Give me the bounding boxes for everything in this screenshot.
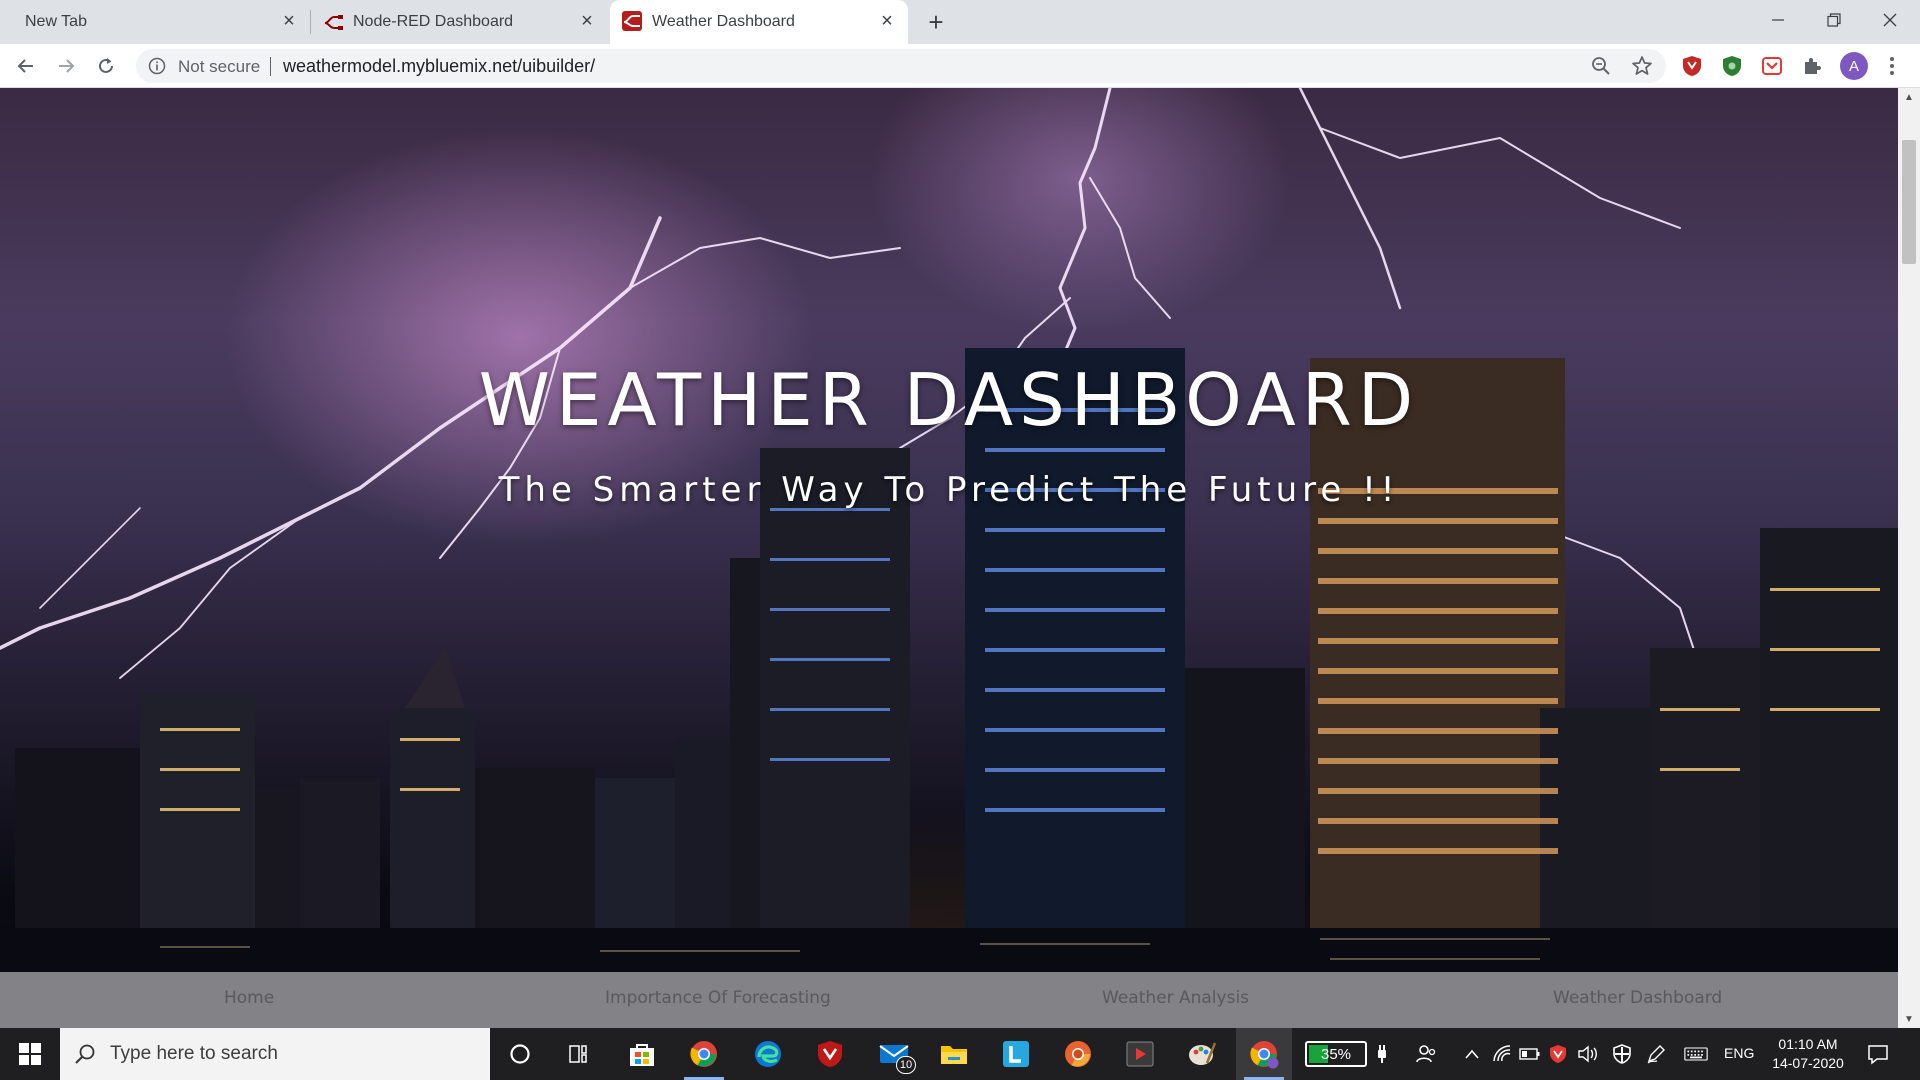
nav-link-home[interactable]: Home: [224, 988, 274, 1008]
task-view-icon[interactable]: [552, 1028, 608, 1080]
edge-icon[interactable]: [740, 1028, 796, 1080]
nav-link-importance-of-forecasting[interactable]: Importance Of Forecasting: [605, 988, 831, 1008]
battery-icon[interactable]: [1518, 1042, 1542, 1066]
reload-icon: [99, 58, 113, 73]
close-icon[interactable]: ×: [876, 10, 898, 32]
tab-title: New Tab: [25, 13, 87, 30]
tab-separator: [310, 10, 311, 34]
chrome-canary-icon[interactable]: [1050, 1028, 1106, 1080]
omnibox-divider: [270, 57, 271, 76]
address-bar[interactable]: Not secure weathermodel.mybluemix.net/ui…: [136, 49, 1666, 83]
page-viewport: WEATHER DASHBOARD The Smarter Way To Pre…: [0, 88, 1898, 1028]
close-icon[interactable]: ×: [278, 10, 300, 32]
extensions-puzzle-icon[interactable]: [1800, 54, 1824, 78]
hero-banner: WEATHER DASHBOARD The Smarter Way To Pre…: [0, 88, 1898, 1028]
chevron-up-icon[interactable]: [1460, 1042, 1484, 1066]
notification-center-icon[interactable]: [1866, 1042, 1890, 1066]
taskbar-search-box[interactable]: Type here to search: [60, 1028, 490, 1080]
restore-button[interactable]: [1806, 0, 1862, 40]
security-status[interactable]: Not secure: [178, 57, 260, 77]
mcafee-tray-icon[interactable]: [1546, 1042, 1570, 1066]
scroll-up-arrow-icon[interactable]: ▲: [1898, 88, 1920, 106]
tab-strip: New Tab × Node-RED Dashboard × Weather D…: [0, 0, 1920, 44]
mail-unread-badge: 10: [896, 1056, 916, 1074]
mail-icon[interactable]: 10: [866, 1028, 922, 1080]
url-text[interactable]: weathermodel.mybluemix.net/uibuilder/: [283, 56, 595, 77]
paint-icon[interactable]: [1174, 1028, 1230, 1080]
battery-meter[interactable]: 35%: [1305, 1041, 1367, 1067]
search-placeholder: Type here to search: [110, 1043, 278, 1064]
page-navigation: Home Importance Of Forecasting Weather A…: [0, 972, 1898, 1028]
wifi-icon[interactable]: [1490, 1042, 1514, 1066]
pocket-extension-icon[interactable]: [1760, 54, 1784, 78]
hero-subtitle: The Smarter Way To Predict The Future !!: [498, 470, 1400, 510]
storm-city-background: [0, 88, 1898, 1028]
tab-weather-dashboard[interactable]: Weather Dashboard ×: [610, 0, 908, 44]
close-window-icon: [1883, 13, 1897, 27]
scroll-down-arrow-icon[interactable]: ▼: [1898, 1010, 1920, 1028]
minimize-icon: [1772, 19, 1784, 21]
back-arrow-icon: [17, 59, 33, 73]
store-icon[interactable]: [614, 1028, 670, 1080]
people-icon[interactable]: [1414, 1042, 1438, 1066]
chrome-icon[interactable]: [676, 1028, 732, 1080]
back-button[interactable]: [12, 52, 40, 80]
volume-icon[interactable]: [1576, 1042, 1600, 1066]
menu-kebab-icon[interactable]: [1882, 52, 1902, 80]
chrome-profile-icon[interactable]: [1236, 1028, 1292, 1080]
clock[interactable]: 01:10 AM 14-07-2020: [1762, 1035, 1854, 1073]
tab-title: Weather Dashboard: [652, 13, 795, 30]
mcafee-icon[interactable]: [802, 1028, 858, 1080]
profile-avatar[interactable]: A: [1840, 52, 1868, 80]
nav-link-weather-dashboard[interactable]: Weather Dashboard: [1553, 988, 1722, 1008]
new-tab-button[interactable]: +: [922, 7, 950, 37]
windows-logo-icon: [19, 1043, 41, 1065]
clock-time: 01:10 AM: [1778, 1036, 1838, 1052]
hero-title: WEATHER DASHBOARD: [478, 358, 1420, 442]
pen-icon[interactable]: [1644, 1042, 1668, 1066]
tab-node-red-dashboard[interactable]: Node-RED Dashboard ×: [312, 0, 606, 44]
launcher-icon[interactable]: [988, 1028, 1044, 1080]
info-icon[interactable]: [148, 57, 166, 80]
close-window-button[interactable]: [1862, 0, 1918, 40]
restore-icon: [1827, 13, 1841, 27]
clock-date: 14-07-2020: [1772, 1055, 1844, 1071]
touch-keyboard-icon[interactable]: [1684, 1042, 1708, 1066]
reload-button[interactable]: [92, 52, 120, 80]
start-button[interactable]: [0, 1028, 60, 1080]
forward-arrow-icon: [59, 59, 75, 73]
node-red-favicon-icon: [324, 13, 344, 36]
tab-title: Node-RED Dashboard: [353, 13, 514, 30]
close-icon[interactable]: ×: [576, 10, 598, 32]
input-language[interactable]: ENG: [1724, 1045, 1754, 1061]
battery-percent: 35%: [1320, 1046, 1352, 1063]
scrollbar-thumb[interactable]: [1902, 140, 1916, 264]
tab-new-tab[interactable]: New Tab ×: [8, 0, 304, 44]
file-explorer-icon[interactable]: [926, 1028, 982, 1080]
search-icon: [75, 1044, 95, 1064]
browser-toolbar: Not secure weathermodel.mybluemix.net/ui…: [0, 44, 1920, 88]
defender-shield-icon[interactable]: [1610, 1042, 1634, 1066]
shield-extension-icon[interactable]: [1720, 54, 1744, 78]
media-player-icon[interactable]: [1112, 1028, 1168, 1080]
page-scrollbar[interactable]: ▲ ▼: [1898, 88, 1920, 1028]
nav-link-weather-analysis[interactable]: Weather Analysis: [1102, 988, 1249, 1008]
bookmark-star-icon[interactable]: [1630, 54, 1654, 83]
minimize-button[interactable]: [1750, 0, 1806, 40]
weather-dashboard-favicon-icon: [622, 11, 642, 36]
mcafee-extension-icon[interactable]: [1680, 54, 1704, 78]
plug-icon[interactable]: [1370, 1042, 1394, 1066]
cortana-icon[interactable]: [492, 1028, 548, 1080]
zoom-icon[interactable]: [1590, 55, 1612, 82]
forward-button[interactable]: [52, 52, 80, 80]
windows-taskbar: Type here to search 10 35% ENG 01:10 AM …: [0, 1028, 1920, 1080]
